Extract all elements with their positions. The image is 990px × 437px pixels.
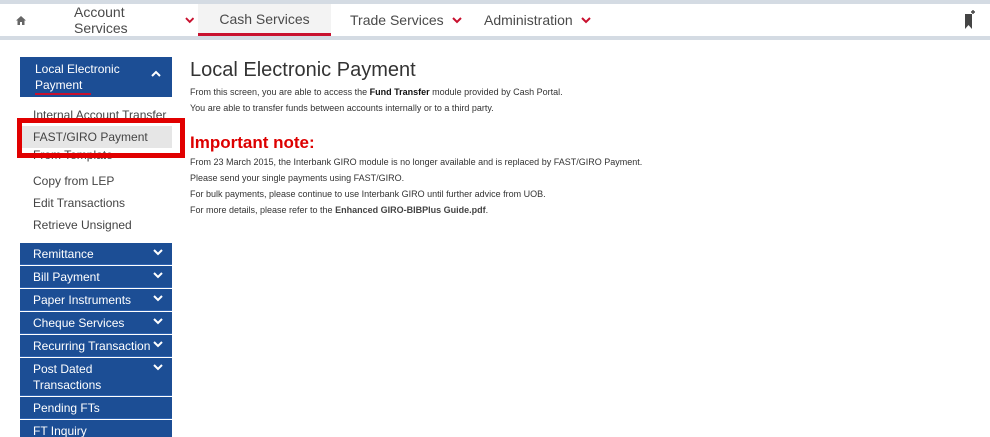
note-line-1: From 23 March 2015, the Interbank GIRO m… — [190, 157, 643, 167]
chevron-down-icon — [153, 272, 163, 279]
chevron-down-icon — [153, 364, 163, 371]
intro-paragraph-1: From this screen, you are able to access… — [190, 84, 980, 100]
nav-account-services[interactable]: Account Services — [74, 4, 194, 36]
chevron-down-icon — [153, 295, 163, 302]
note4-text-pre: For more details, please refer to the — [190, 205, 336, 215]
sidebar-cat-paper-instruments[interactable]: Paper Instruments — [20, 289, 172, 311]
main-content: Local Electronic Payment From this scree… — [190, 58, 980, 218]
nav-trade-services-label: Trade Services — [350, 12, 444, 28]
page-title: Local Electronic Payment — [190, 59, 416, 81]
sidebar-item-label: Copy from LEP — [33, 174, 115, 188]
sidebar-cat-ft-inquiry[interactable]: FT Inquiry — [20, 420, 172, 437]
sidebar-item-internal-account-transfer[interactable]: Internal Account Transfer — [20, 104, 172, 126]
sidebar-cat-bill-payment[interactable]: Bill Payment — [20, 266, 172, 288]
sidebar-cat-label: Recurring Transaction — [33, 339, 151, 353]
sidebar-cat-label: Bill Payment — [33, 270, 100, 284]
note-line-4: For more details, please refer to the En… — [190, 202, 980, 218]
intro-text-pre: From this screen, you are able to access… — [190, 87, 370, 97]
top-navigation-bar: Account Services Cash Services Trade Ser… — [0, 0, 990, 40]
sidebar-item-label: FAST/GIRO Payment — [33, 130, 148, 144]
nav-administration[interactable]: Administration — [484, 4, 604, 36]
sidebar-cat-post-dated-transactions[interactable]: Post Dated Transactions — [20, 358, 172, 396]
sidebar-cat-label: Cheque Services — [33, 316, 125, 330]
sidebar-item-label: From Template — [33, 148, 113, 162]
sidebar-cat-label: Post Dated Transactions — [33, 362, 102, 392]
sidebar-item-retrieve-unsigned[interactable]: Retrieve Unsigned — [20, 214, 172, 236]
sidebar-item-edit-transactions[interactable]: Edit Transactions — [20, 192, 172, 214]
sidebar-item-label: Edit Transactions — [33, 196, 126, 210]
nav-account-services-label: Account Services — [74, 4, 128, 36]
sidebar-cat-label: Paper Instruments — [33, 293, 132, 307]
nav-administration-label: Administration — [484, 12, 573, 28]
sidebar-section-label: Local Electronic Payment — [35, 61, 135, 93]
chevron-down-icon — [580, 17, 591, 24]
sidebar-cat-label: Pending FTs — [33, 401, 100, 415]
sidebar-section-label-text: Local Electronic Payment — [35, 62, 120, 92]
sidebar-cat-label: Remittance — [33, 247, 94, 261]
nav-trade-services[interactable]: Trade Services — [350, 4, 465, 36]
bookmark-button[interactable] — [962, 10, 976, 30]
note-line-3: For bulk payments, please continue to us… — [190, 189, 546, 199]
sidebar: Local Electronic Payment Internal Accoun… — [20, 57, 172, 437]
guide-pdf-link[interactable]: Enhanced GIRO-BIBPlus Guide.pdf — [335, 205, 486, 215]
chevron-down-icon — [153, 249, 163, 256]
chevron-up-icon — [151, 70, 161, 77]
sidebar-cat-label: FT Inquiry — [33, 424, 87, 437]
important-note-heading: Important note: — [190, 133, 315, 152]
intro-paragraph-2: You are able to transfer funds between a… — [190, 103, 494, 113]
intro-text-post: module provided by Cash Portal. — [429, 87, 563, 97]
chevron-down-icon — [451, 17, 462, 24]
home-icon — [16, 15, 26, 25]
nav-cash-services-label: Cash Services — [219, 10, 310, 27]
sidebar-section-local-electronic-payment[interactable]: Local Electronic Payment — [20, 57, 172, 97]
nav-cash-services[interactable]: Cash Services — [198, 4, 331, 36]
note-line-2: Please send your single payments using F… — [190, 173, 405, 183]
sidebar-cat-cheque-services[interactable]: Cheque Services — [20, 312, 172, 334]
chevron-down-icon — [184, 17, 194, 24]
sidebar-item-copy-from-lep[interactable]: Copy from LEP — [20, 170, 172, 192]
bookmark-icon — [965, 10, 975, 29]
sidebar-item-from-template[interactable]: From Template — [20, 148, 172, 162]
home-button[interactable] — [0, 4, 42, 36]
sidebar-cat-pending-fts[interactable]: Pending FTs — [20, 397, 172, 419]
section-underline — [35, 93, 91, 95]
sidebar-cat-recurring-transaction[interactable]: Recurring Transaction — [20, 335, 172, 357]
intro-bold-text: Fund Transfer — [369, 87, 430, 97]
sidebar-item-label: Internal Account Transfer — [33, 108, 167, 122]
sidebar-cat-remittance[interactable]: Remittance — [20, 243, 172, 265]
note4-text-post: . — [485, 205, 489, 215]
sidebar-item-fast-giro-payment[interactable]: FAST/GIRO Payment — [20, 126, 172, 148]
chevron-down-icon — [153, 318, 163, 325]
chevron-down-icon — [153, 341, 163, 348]
sidebar-item-label: Retrieve Unsigned — [33, 218, 132, 232]
